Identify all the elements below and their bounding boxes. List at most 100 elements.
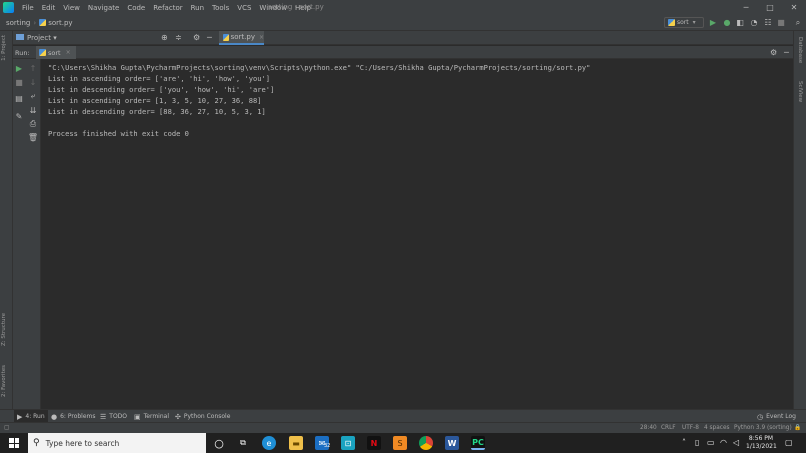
menu-refactor[interactable]: Refactor [149, 4, 186, 12]
favorites-tool-tab[interactable]: 2: Favorites [1, 365, 7, 397]
edge-browser-icon[interactable]: e [262, 436, 276, 450]
maximize-button[interactable]: □ [758, 0, 782, 15]
menu-navigate[interactable]: Navigate [84, 4, 123, 12]
caret-position[interactable]: 28:40 [640, 425, 657, 431]
run-config-label: sort [677, 19, 689, 26]
menu-tools[interactable]: Tools [208, 4, 233, 12]
store-icon[interactable]: ⊡ [341, 436, 355, 450]
volume-icon[interactable]: ◁ [733, 438, 739, 447]
run-icon[interactable]: ▶ [708, 17, 718, 28]
editor-tab-sort-py[interactable]: sort.py × [219, 31, 264, 45]
python-interpreter[interactable]: Python 3.9 (sorting) [734, 425, 792, 431]
mail-badge: 32 [324, 443, 331, 449]
netflix-icon[interactable]: N [367, 436, 381, 450]
run-panel-header: Run: sort × ⚙ ─ [13, 46, 793, 59]
menu-code[interactable]: Code [123, 4, 149, 12]
problems-icon: ● [51, 412, 58, 421]
print-icon[interactable]: ⎙ [28, 119, 38, 129]
close-tab-icon[interactable]: × [259, 34, 264, 41]
window-title: sorting - sort.py [268, 3, 324, 11]
locate-icon[interactable]: ⊕ [161, 33, 168, 42]
menu-vcs[interactable]: VCS [233, 4, 255, 12]
database-tool-tab[interactable]: Database [797, 37, 803, 63]
scroll-down-icon[interactable]: ↓ [28, 77, 38, 87]
breadcrumb-file[interactable]: sort.py [39, 18, 73, 27]
wifi-icon[interactable]: ◠ [720, 438, 727, 447]
trash-icon[interactable]: 🗑 [28, 132, 38, 142]
bottom-tool-tabs: ▶ 4: Run ● 6: Problems ☰ TODO ▣ Terminal ✣ Py… [0, 409, 806, 423]
menu-view[interactable]: View [59, 4, 84, 12]
run-icon: ▶ [17, 412, 23, 421]
pin-icon[interactable]: ✎ [14, 111, 24, 121]
line-separator[interactable]: CRLF [661, 425, 676, 431]
taskbar-search-box[interactable]: ⚲ Type here to search [28, 433, 206, 453]
run-tab-sort[interactable]: sort × [36, 46, 76, 59]
tab-todo-label: TODO [109, 413, 128, 420]
windows-start-icon[interactable] [9, 438, 19, 448]
menu-run[interactable]: Run [187, 4, 208, 12]
right-tool-strip: Database SciView [793, 31, 806, 421]
show-hidden-icons-icon[interactable]: ˄ [682, 438, 686, 447]
battery-icon[interactable]: ▭ [707, 438, 715, 447]
project-label: Project [27, 34, 51, 42]
stop-icon[interactable]: ■ [14, 77, 24, 87]
structure-tool-tab[interactable]: Z: Structure [1, 313, 7, 346]
folder-icon [16, 34, 24, 40]
breadcrumb-project[interactable]: sorting [0, 19, 30, 27]
tab-python-console-label: Python Console [183, 413, 231, 420]
scroll-to-end-icon[interactable]: ⇊ [28, 105, 38, 115]
rerun-icon[interactable]: ▶ [14, 63, 24, 73]
menu-file[interactable]: File [18, 4, 38, 12]
debug-icon[interactable]: ● [722, 17, 732, 28]
cortana-icon[interactable]: ○ [212, 436, 226, 450]
system-clock[interactable]: 8:56 PM 1/13/2021 [746, 435, 777, 451]
gear-icon[interactable]: ⚙ [770, 48, 777, 57]
search-everywhere-icon[interactable]: ⌕ [793, 17, 803, 28]
build-icon[interactable]: ☷ [763, 17, 773, 28]
chevron-down-icon: ▾ [692, 19, 696, 26]
menu-edit[interactable]: Edit [38, 4, 60, 12]
coverage-icon[interactable]: ◧ [735, 17, 745, 28]
profile-icon[interactable]: ◔ [749, 17, 759, 28]
gear-icon[interactable]: ⚙ [193, 33, 200, 42]
sublime-text-icon[interactable]: S [393, 436, 407, 450]
event-log-label: Event Log [766, 413, 796, 420]
breadcrumb-file-label: sort.py [48, 18, 73, 27]
close-window-button[interactable]: ✕ [782, 0, 806, 15]
stop-icon[interactable]: ■ [776, 17, 786, 28]
run-console[interactable]: "C:\Users\Shikha Gupta\PycharmProjects\s… [41, 59, 793, 409]
left-tool-strip: 1: Project Z: Structure 2: Favorites [0, 31, 13, 421]
menu-bar: File Edit View Navigate Code Refactor Ru… [0, 0, 806, 15]
close-run-tab-icon[interactable]: × [66, 49, 71, 56]
collapse-all-icon[interactable]: ≑ [175, 33, 182, 42]
notifications-icon[interactable]: ▢ [785, 438, 793, 447]
layout-icon[interactable]: ▢ [4, 425, 9, 431]
file-explorer-icon[interactable]: ▬ [289, 436, 303, 450]
soft-wrap-icon[interactable]: ⤶ [28, 91, 38, 101]
pycharm-taskbar-icon[interactable]: PC [471, 436, 485, 450]
device-icon[interactable]: ▯ [695, 438, 699, 447]
project-tool-tab[interactable]: 1: Project [1, 35, 7, 61]
lock-icon[interactable]: 🔒 [794, 425, 801, 431]
hide-panel-icon[interactable]: ─ [207, 33, 212, 42]
sciview-tool-tab[interactable]: SciView [797, 81, 803, 102]
hide-panel-icon[interactable]: ─ [784, 48, 789, 57]
pycharm-logo-icon [3, 2, 14, 13]
tab-terminal-label: Terminal [143, 413, 169, 420]
project-toolbar: Project ▾ ⊕ ≑ ⚙ ─ [13, 31, 793, 45]
indent-setting[interactable]: 4 spaces [704, 425, 730, 431]
scroll-up-icon[interactable]: ↑ [28, 63, 38, 73]
word-icon[interactable]: W [445, 436, 459, 450]
todo-icon: ☰ [100, 412, 107, 421]
file-encoding[interactable]: UTF-8 [682, 425, 699, 431]
python-file-icon [223, 33, 229, 41]
minimize-button[interactable]: ─ [734, 0, 758, 15]
run-configuration-select[interactable]: sort ▾ [664, 17, 704, 28]
task-view-icon[interactable]: ⧉ [236, 436, 250, 450]
chevron-down-icon: ▾ [53, 34, 57, 42]
chrome-icon[interactable] [419, 436, 433, 450]
restore-layout-icon[interactable]: ▤ [14, 93, 24, 103]
project-view-select[interactable]: Project ▾ [16, 34, 57, 42]
event-log-icon: ◷ [757, 412, 764, 421]
